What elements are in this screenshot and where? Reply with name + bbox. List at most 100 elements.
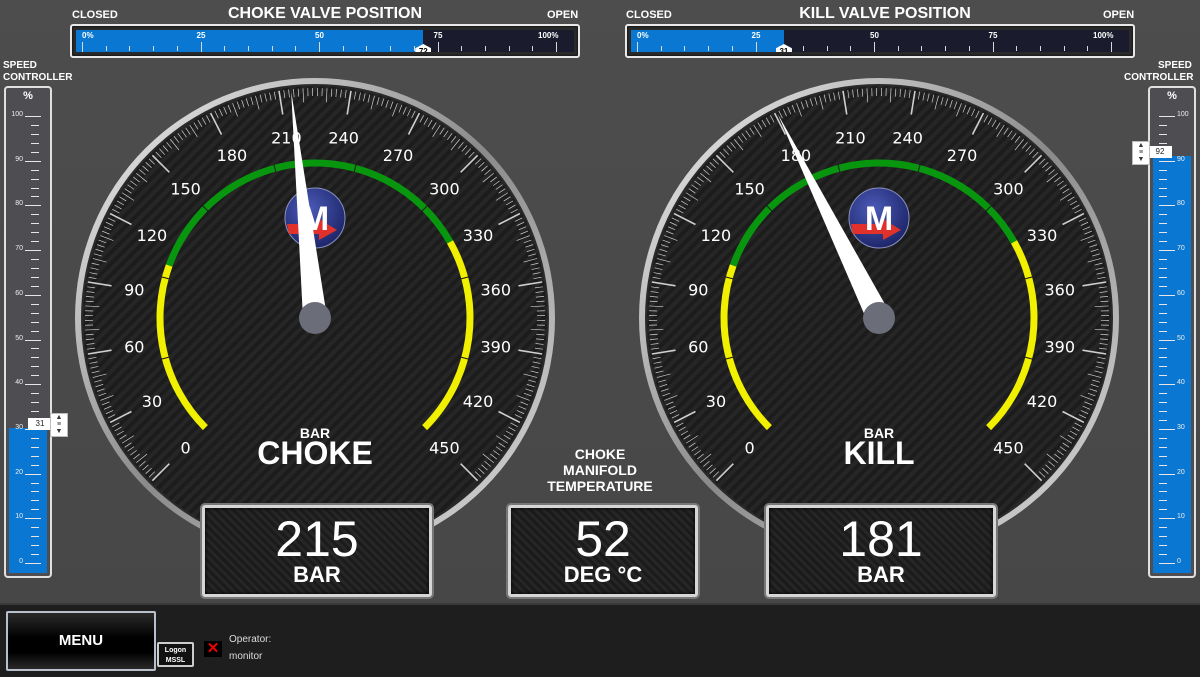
slider-handle[interactable]: ▲≡▼ (1132, 141, 1150, 165)
operator-value: monitor (229, 651, 262, 662)
temperature-unit: DEG °C (511, 564, 695, 586)
minor-tick (31, 491, 39, 492)
minor-tick (1159, 170, 1167, 171)
menu-button[interactable]: MENU (6, 611, 156, 671)
scale-label: 420 (1027, 392, 1058, 411)
minor-tick (1159, 268, 1167, 269)
minor-tick (31, 465, 39, 466)
scale-label: 270 (947, 146, 978, 165)
minor-tick (1159, 456, 1167, 457)
right-speed-title-1: SPEED (1158, 60, 1192, 71)
minor-tick (31, 500, 39, 501)
tick-label: 50 (315, 31, 324, 40)
minor-tick (177, 46, 178, 51)
major-tick (1159, 384, 1175, 385)
minor-tick (1159, 393, 1167, 394)
gauge-name-label: CHOKE (257, 435, 373, 471)
minor-tick (945, 46, 946, 51)
minor-tick (31, 322, 39, 323)
temperature-display: 52 DEG °C (508, 505, 698, 597)
minor-tick (1159, 465, 1167, 466)
minor-tick (532, 46, 533, 51)
speed-value-marker: 92 (1148, 146, 1172, 158)
minor-tick (1159, 483, 1167, 484)
minor-tick (31, 375, 39, 376)
scale-label: 0 (19, 558, 23, 565)
choke-pressure-gauge: 0306090120150180210240270300330360390420… (68, 72, 562, 532)
scale-label: 100 (1177, 111, 1189, 118)
minor-tick (1159, 411, 1167, 412)
kill-valve-track: 0%255075100%31 (631, 30, 1129, 52)
scale-label: 240 (328, 128, 359, 147)
minor-tick (1159, 536, 1167, 537)
minor-tick (31, 313, 39, 314)
minor-tick (343, 46, 344, 51)
left-speed-title-1: SPEED (3, 60, 37, 71)
minor-tick (1159, 348, 1167, 349)
major-tick (319, 42, 320, 52)
right-speed-controller-slider[interactable]: % 0102030405060708090100 92▲≡▼ (1148, 86, 1196, 578)
scale-label: 390 (480, 338, 511, 357)
needle-hub (863, 302, 895, 334)
major-tick (1159, 429, 1175, 430)
minor-tick (31, 143, 39, 144)
choke-valve-title: CHOKE VALVE POSITION (200, 5, 450, 23)
major-tick (637, 42, 638, 52)
minor-tick (1159, 491, 1167, 492)
major-tick (25, 116, 41, 117)
major-tick (25, 161, 41, 162)
minor-tick (1159, 527, 1167, 528)
slider-handle[interactable]: ▲≡▼ (50, 413, 68, 437)
minor-tick (1159, 402, 1167, 403)
minor-tick (31, 259, 39, 260)
scale-label: 60 (1177, 290, 1185, 297)
tick-label: 25 (197, 31, 206, 40)
scale-label: 270 (383, 146, 414, 165)
minor-tick (969, 46, 970, 51)
minor-tick (1159, 196, 1167, 197)
minor-tick (31, 536, 39, 537)
scale-label: 50 (15, 335, 23, 342)
minor-tick (31, 438, 39, 439)
scale-label: 70 (1177, 245, 1185, 252)
minor-tick (31, 223, 39, 224)
logon-mssl-button[interactable]: Logon MSSL (157, 642, 194, 667)
left-speed-controller-slider[interactable]: % 0102030405060708090100 31▲≡▼ (4, 86, 52, 578)
scale-label: 20 (1177, 469, 1185, 476)
logon-label-2: MSSL (159, 656, 192, 666)
major-tick (874, 42, 875, 52)
scale-label: 70 (15, 245, 23, 252)
left-speed-unit: % (6, 90, 50, 102)
major-tick (1111, 42, 1112, 52)
choke-valve-fill (76, 30, 423, 52)
minor-tick (1159, 313, 1167, 314)
choke-valve-open-label: OPEN (547, 9, 578, 21)
minor-tick (31, 134, 39, 135)
scale-label: 10 (15, 513, 23, 520)
major-tick (25, 205, 41, 206)
minor-tick (295, 46, 296, 51)
minor-tick (732, 46, 733, 51)
left-speed-title-2: CONTROLLER (3, 72, 72, 83)
choke-pressure-display: 215 BAR (202, 505, 432, 597)
minor-tick (129, 46, 130, 51)
minor-tick (31, 554, 39, 555)
major-tick (25, 340, 41, 341)
major-tick (1159, 116, 1175, 117)
scale-label: 50 (1177, 335, 1185, 342)
minor-tick (31, 393, 39, 394)
minor-tick (31, 277, 39, 278)
minor-tick (1159, 134, 1167, 135)
major-tick (25, 474, 41, 475)
minor-tick (31, 286, 39, 287)
scale-label: 360 (1044, 280, 1075, 299)
scale-label: 30 (1177, 424, 1185, 431)
minor-tick (31, 366, 39, 367)
minor-tick (1159, 322, 1167, 323)
minor-tick (661, 46, 662, 51)
scale-label: 90 (1177, 156, 1185, 163)
minor-tick (1159, 179, 1167, 180)
kill-valve-closed-label: CLOSED (626, 9, 672, 21)
tick-label: 75 (434, 31, 443, 40)
logon-label-1: Logon (159, 646, 192, 656)
